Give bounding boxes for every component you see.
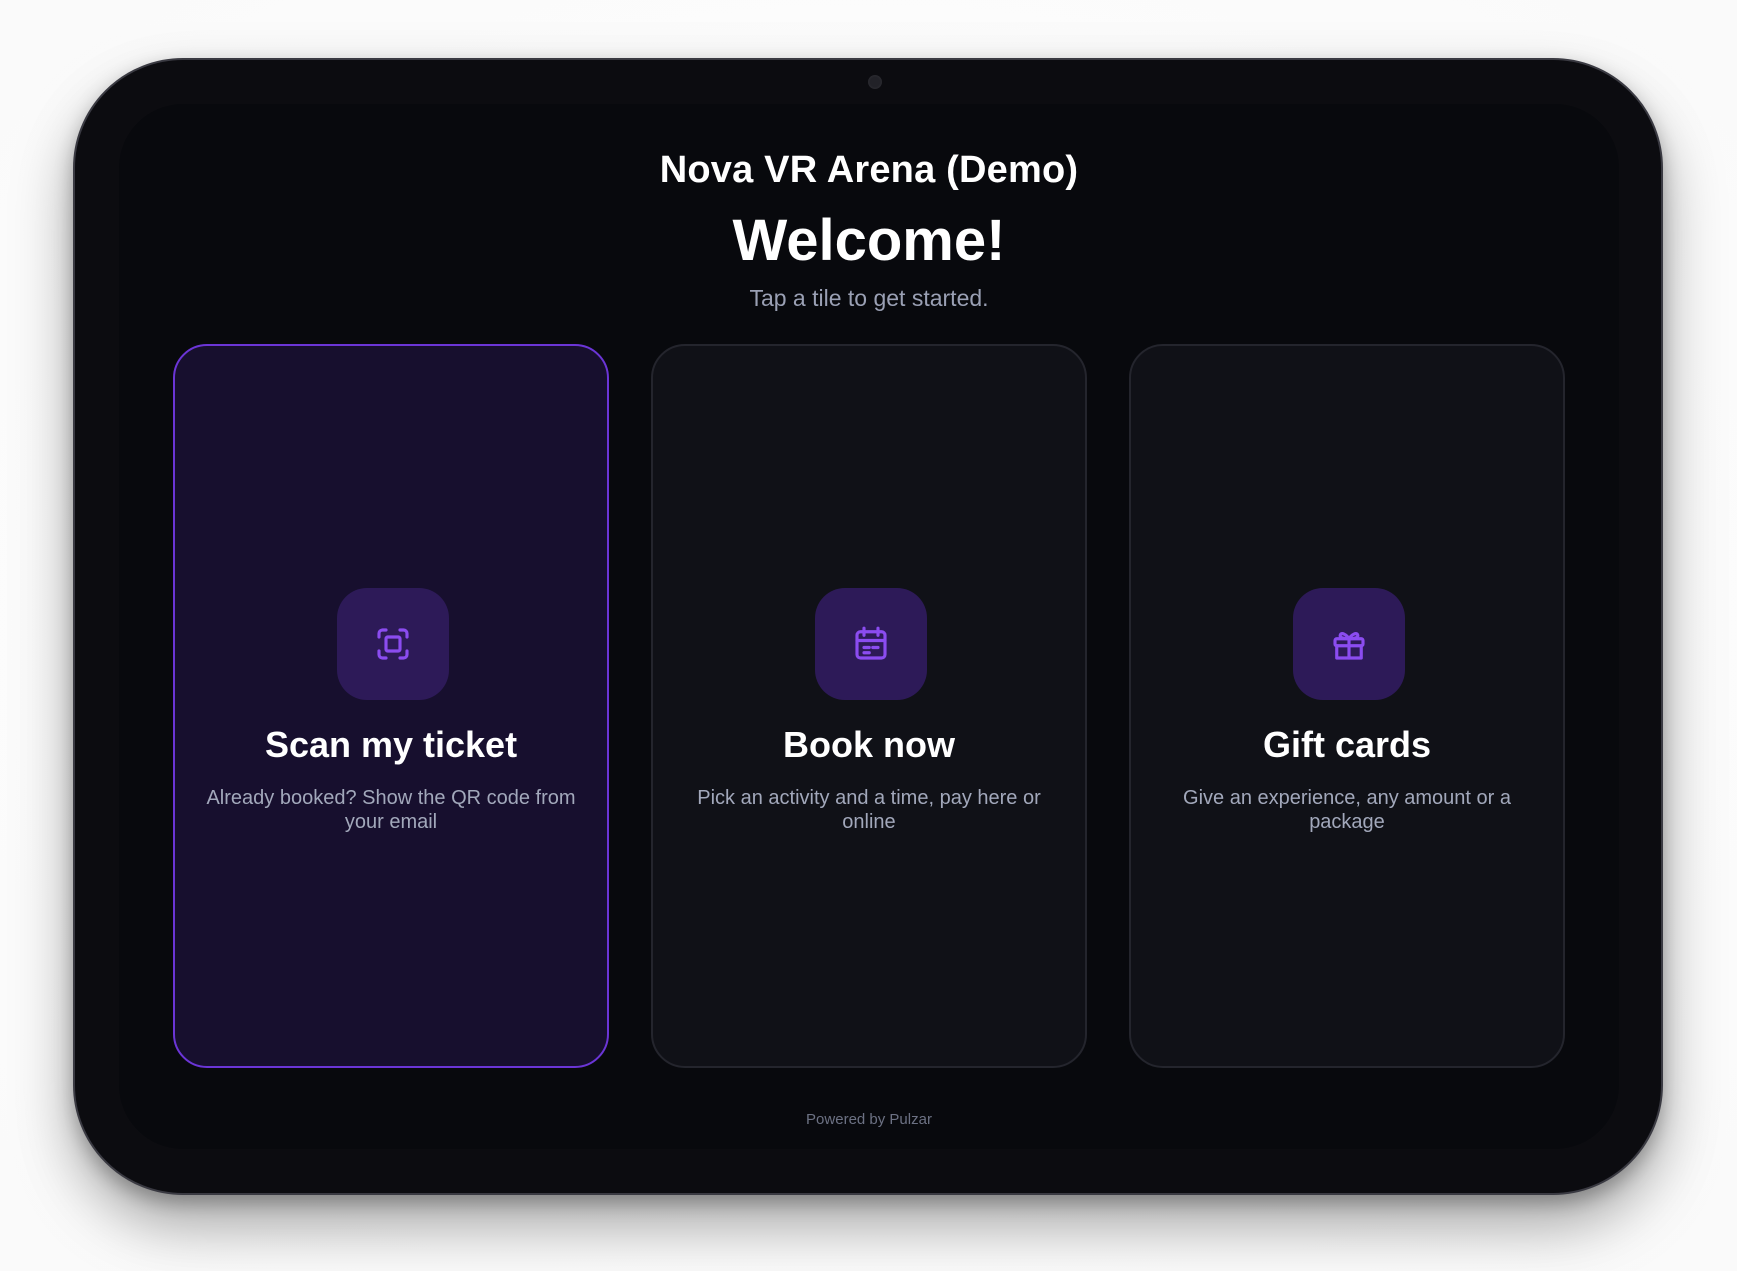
tablet-frame: Nova VR Arena (Demo) Welcome! Tap a tile… xyxy=(73,58,1663,1195)
calendar-icon xyxy=(815,588,927,700)
scan-icon xyxy=(337,588,449,700)
tile-scan-my-ticket[interactable]: Scan my ticket Already booked? Show the … xyxy=(173,344,609,1068)
tile-book-now[interactable]: Book now Pick an activity and a time, pa… xyxy=(651,344,1087,1068)
welcome-heading: Welcome! xyxy=(732,208,1006,273)
tile-description: Pick an activity and a time, pay here or… xyxy=(697,787,1041,833)
stage: Nova VR Arena (Demo) Welcome! Tap a tile… xyxy=(0,0,1737,1271)
venue-title: Nova VR Arena (Demo) xyxy=(659,149,1079,191)
tile-title: Gift cards xyxy=(1262,724,1432,765)
front-camera xyxy=(868,75,882,89)
powered-by-footer: Powered by Pulzar xyxy=(806,1111,932,1128)
tile-description: Already booked? Show the QR code from yo… xyxy=(206,787,576,833)
kiosk-screen: Nova VR Arena (Demo) Welcome! Tap a tile… xyxy=(119,104,1619,1149)
tile-description: Give an experience, any amount or a pack… xyxy=(1183,787,1511,833)
gift-icon xyxy=(1293,588,1405,700)
tile-title: Scan my ticket xyxy=(264,724,518,765)
tile-title: Book now xyxy=(783,724,955,765)
welcome-subtitle: Tap a tile to get started. xyxy=(749,285,989,311)
tile-gift-cards[interactable]: Gift cards Give an experience, any amoun… xyxy=(1129,344,1565,1068)
